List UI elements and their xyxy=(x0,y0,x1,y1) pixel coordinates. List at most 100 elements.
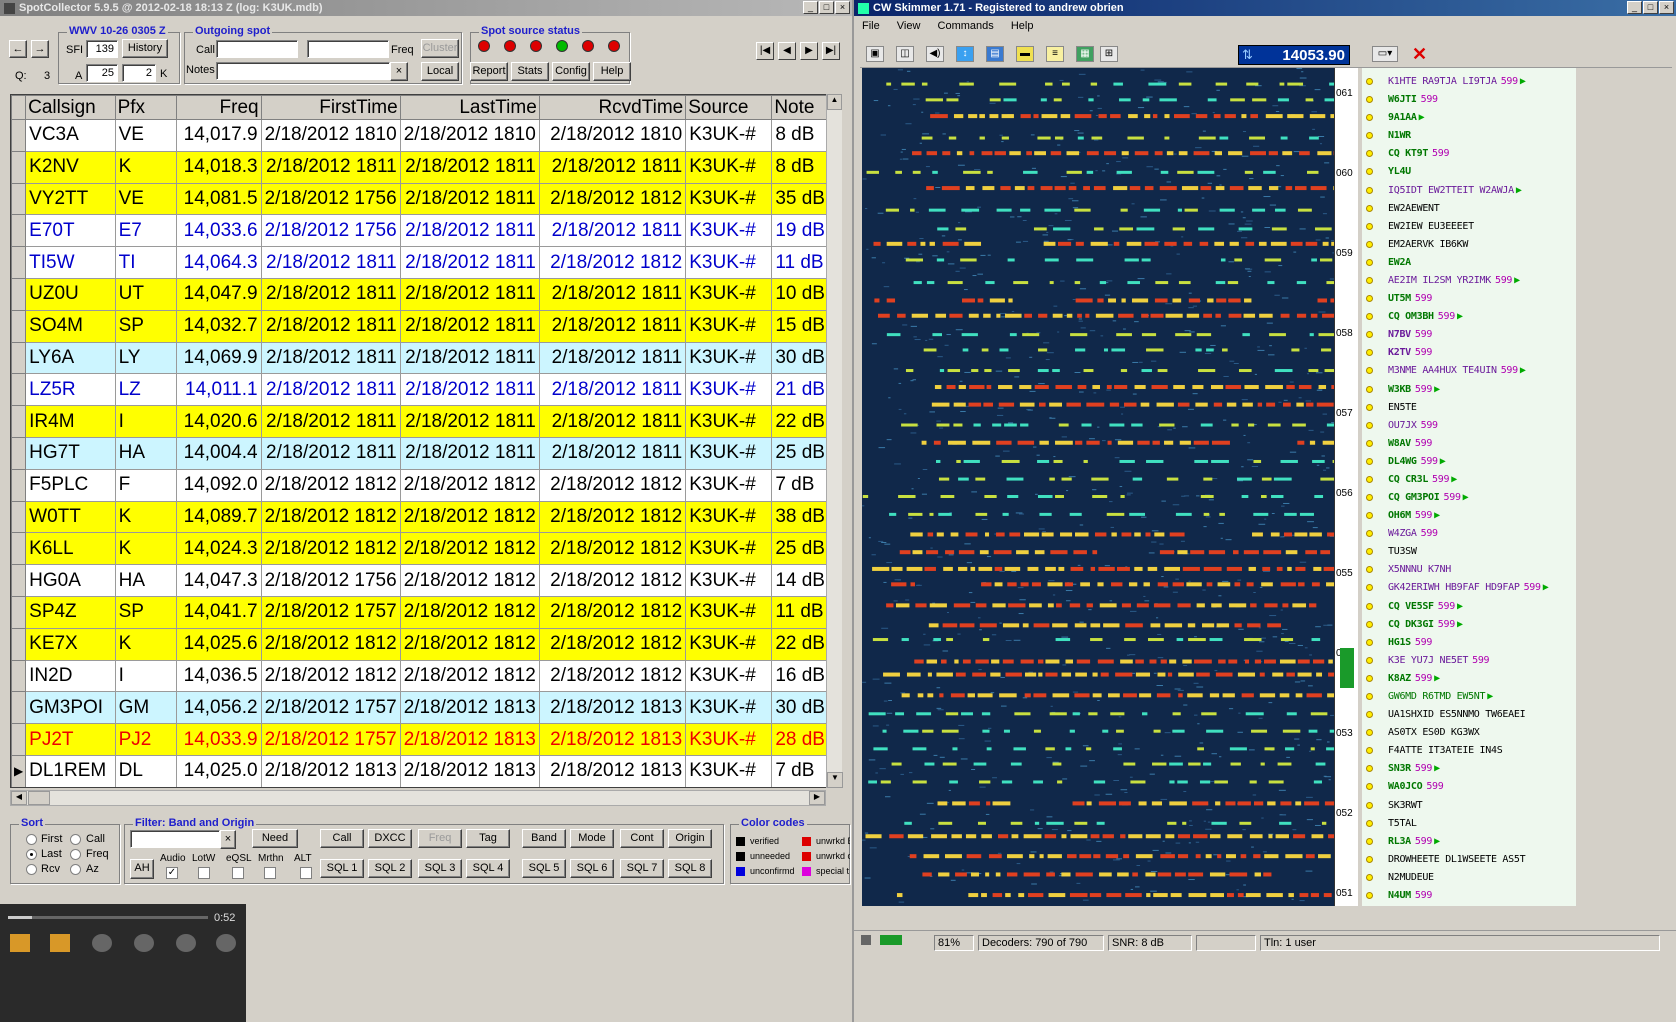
row-selector[interactable] xyxy=(11,436,27,470)
maximize-icon[interactable]: □ xyxy=(819,1,834,14)
rcvd-time-cell[interactable]: 2/18/2012 1811 xyxy=(538,341,687,375)
sort-last-radio[interactable] xyxy=(26,849,37,860)
row-selector[interactable] xyxy=(11,214,27,248)
note-cell[interactable]: 25 dB xyxy=(771,436,829,470)
callsign-cell[interactable]: SO4M xyxy=(25,309,116,343)
row-selector[interactable] xyxy=(11,119,27,152)
callsign-cell[interactable]: IN2D xyxy=(25,659,116,693)
decoded-callsign[interactable]: F4ATTE IT3ATEIE IN4S xyxy=(1388,745,1503,756)
row-selector[interactable] xyxy=(11,150,27,184)
source-cell[interactable]: K3UK-# xyxy=(685,405,773,438)
prefix-cell[interactable]: F xyxy=(114,468,178,502)
note-cell[interactable]: 28 dB xyxy=(771,723,829,756)
spot-marker-icon[interactable] xyxy=(1366,693,1373,701)
map-icon[interactable]: ▦ xyxy=(1076,46,1094,62)
filter-alt-checkbox[interactable] xyxy=(300,867,312,879)
freq-cell[interactable]: 14,033.6 xyxy=(176,214,262,248)
note-cell[interactable]: 11 dB xyxy=(771,246,829,279)
last-time-cell[interactable]: 2/18/2012 1810 xyxy=(399,119,540,152)
freq-cell[interactable]: 14,089.7 xyxy=(176,500,262,534)
rcvd-time-cell[interactable]: 2/18/2012 1812 xyxy=(538,564,687,597)
table-row[interactable]: IN2D I 14,036.5 2/18/2012 1812 2/18/2012 181… xyxy=(11,659,829,693)
menu-commands[interactable]: Commands xyxy=(938,20,994,32)
table-row[interactable]: LY6A LY 14,069.9 2/18/2012 1811 2/18/2012 18… xyxy=(11,341,829,375)
prefix-cell[interactable]: UT xyxy=(114,277,178,311)
table-row[interactable]: HG0A HA 14,047.3 2/18/2012 1756 2/18/2012 18… xyxy=(11,564,829,597)
sort-call-radio[interactable] xyxy=(70,834,81,845)
last-time-cell[interactable]: 2/18/2012 1811 xyxy=(399,373,540,407)
decoded-callsign[interactable]: EW2A xyxy=(1388,257,1411,268)
decoded-callsign[interactable]: OH6M 599 ▶ xyxy=(1388,510,1440,521)
decoded-callsign[interactable]: N4UM 599 xyxy=(1388,890,1432,901)
first-time-cell[interactable]: 2/18/2012 1812 xyxy=(260,468,401,502)
waterfall-display[interactable] xyxy=(862,68,1334,906)
spot-marker-icon[interactable] xyxy=(1366,258,1373,266)
first-time-cell[interactable]: 2/18/2012 1811 xyxy=(260,246,401,279)
decoded-callsign[interactable]: 9A1AA ▶ xyxy=(1388,112,1425,123)
rcvd-time-cell[interactable]: 2/18/2012 1811 xyxy=(538,214,687,248)
table-row[interactable]: IR4M I 14,020.6 2/18/2012 1811 2/18/2012 181… xyxy=(11,405,829,438)
source-cell[interactable]: K3UK-# xyxy=(685,723,773,756)
source-cell[interactable]: K3UK-# xyxy=(685,150,773,184)
note-cell[interactable]: 22 dB xyxy=(771,405,829,438)
filter-lotw-checkbox[interactable] xyxy=(198,867,210,879)
rcvd-time-cell[interactable]: 2/18/2012 1811 xyxy=(538,373,687,407)
scroll-right-icon[interactable]: ▶ xyxy=(809,791,825,805)
spot-marker-icon[interactable] xyxy=(1366,78,1373,85)
source-cell[interactable]: K3UK-# xyxy=(685,119,773,152)
filter-input[interactable] xyxy=(130,830,220,848)
freq-cell[interactable]: 14,032.7 xyxy=(176,309,262,343)
decoded-callsign[interactable]: CQ KT9T 599 xyxy=(1388,148,1450,159)
source-cell[interactable]: K3UK-# xyxy=(685,659,773,693)
prefix-cell[interactable]: I xyxy=(114,405,178,438)
prefix-cell[interactable]: VE xyxy=(114,182,178,216)
decoded-callsign[interactable]: AE2IM IL2SM YR2IMK 599 ▶ xyxy=(1388,275,1520,286)
table-row[interactable]: TI5W TI 14,064.3 2/18/2012 1811 2/18/2012 18… xyxy=(11,246,829,279)
callsign-cell[interactable]: F5PLC xyxy=(25,468,116,502)
scroll-left-icon[interactable]: ◀ xyxy=(11,791,27,805)
decoded-callsign[interactable]: YL4U xyxy=(1388,166,1411,177)
last-time-cell[interactable]: 2/18/2012 1812 xyxy=(399,532,540,566)
scroll-down-icon[interactable]: ▼ xyxy=(827,772,843,788)
camera-icon[interactable]: ▣ xyxy=(866,46,884,62)
row-selector[interactable] xyxy=(11,564,27,597)
last-time-cell[interactable]: 2/18/2012 1811 xyxy=(399,436,540,470)
last-time-cell[interactable]: 2/18/2012 1811 xyxy=(399,277,540,311)
stop-icon[interactable] xyxy=(10,934,30,952)
minimize-icon[interactable]: _ xyxy=(803,1,818,14)
note-cell[interactable]: 8 dB xyxy=(771,150,829,184)
stats-button[interactable]: Stats xyxy=(511,62,549,81)
freq-cell[interactable]: 14,017.9 xyxy=(176,119,262,152)
source-status-led[interactable] xyxy=(530,40,542,52)
config-button[interactable]: Config xyxy=(552,62,590,81)
spot-marker-icon[interactable] xyxy=(1366,186,1373,194)
decoded-callsign[interactable]: CQ OM3BH 599 ▶ xyxy=(1388,311,1463,322)
first-time-cell[interactable]: 2/18/2012 1811 xyxy=(260,436,401,470)
source-cell[interactable]: K3UK-# xyxy=(685,436,773,470)
prefix-cell[interactable]: VE xyxy=(114,119,178,152)
first-time-cell[interactable]: 2/18/2012 1812 xyxy=(260,532,401,566)
filter-origin-button[interactable]: Origin xyxy=(668,829,712,848)
callsign-cell[interactable]: KE7X xyxy=(25,627,116,661)
row-selector[interactable] xyxy=(11,373,27,407)
row-selector[interactable] xyxy=(11,277,27,311)
horizontal-scrollbar[interactable]: ◀ ▶ xyxy=(10,790,826,806)
first-time-cell[interactable]: 2/18/2012 1811 xyxy=(260,373,401,407)
source-cell[interactable]: K3UK-# xyxy=(685,182,773,216)
rcvd-time-cell[interactable]: 2/18/2012 1813 xyxy=(538,754,687,787)
spot-marker-icon[interactable] xyxy=(1366,475,1373,483)
note-cell[interactable]: 15 dB xyxy=(771,309,829,343)
decoded-callsign[interactable]: EW2IEW EU3EEEET xyxy=(1388,221,1474,232)
last-time-cell[interactable]: 2/18/2012 1813 xyxy=(399,691,540,725)
filter-cont-button[interactable]: Cont xyxy=(620,829,664,848)
spot-marker-icon[interactable] xyxy=(1366,674,1373,682)
note-cell[interactable]: 7 dB xyxy=(771,754,829,787)
user-icon[interactable] xyxy=(134,934,154,952)
callsign-cell[interactable]: K2NV xyxy=(25,150,116,184)
help-button[interactable]: Help xyxy=(593,62,631,81)
a-field[interactable]: 25 xyxy=(86,64,118,82)
last-time-cell[interactable]: 2/18/2012 1812 xyxy=(399,500,540,534)
row-selector[interactable] xyxy=(11,532,27,566)
tuning-icon[interactable]: ↕ xyxy=(956,46,974,62)
decoded-callsign[interactable]: CQ GM3POI 599 ▶ xyxy=(1388,492,1469,503)
